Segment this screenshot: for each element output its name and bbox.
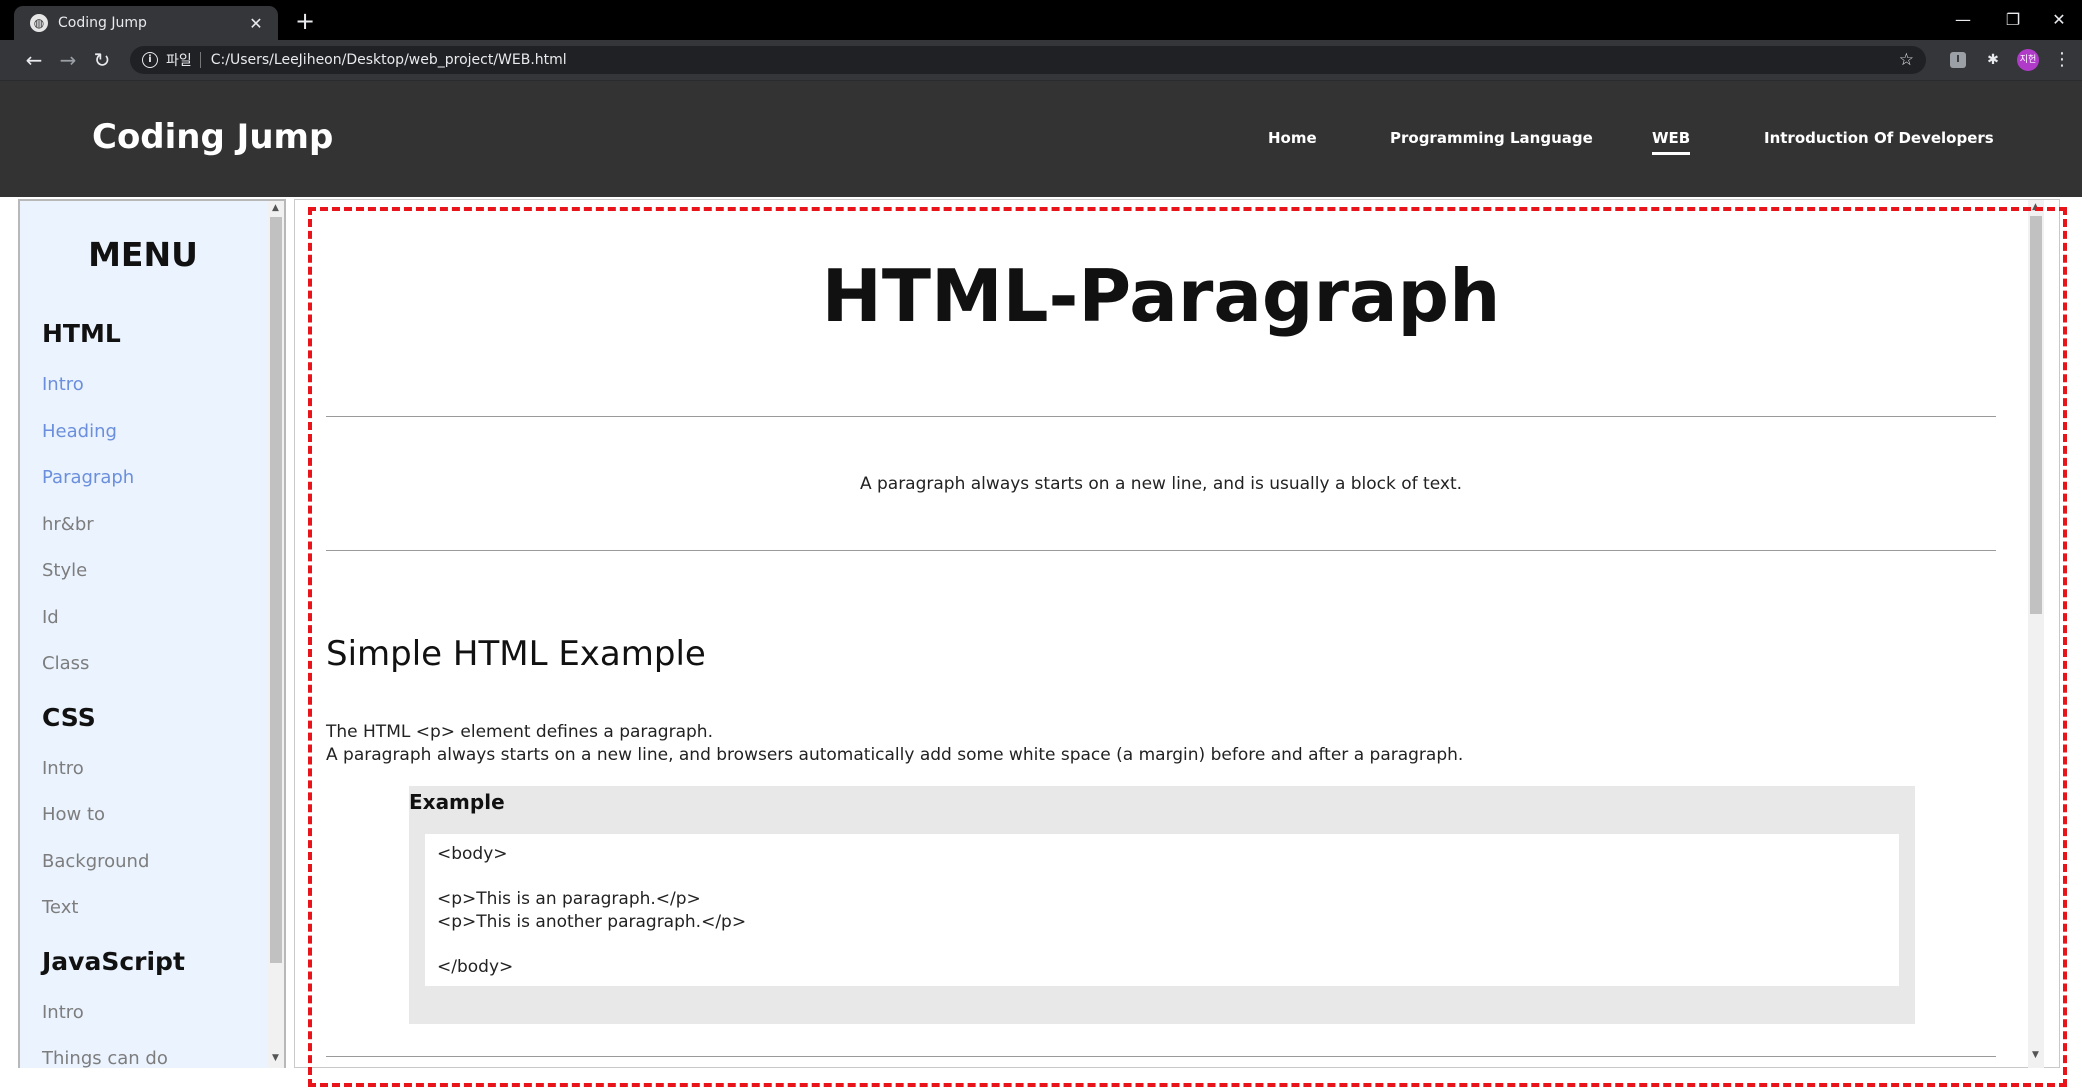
nav-web[interactable]: WEB (1652, 129, 1691, 155)
sidebar-item-css-how-to[interactable]: How to (42, 804, 105, 825)
sidebar-item-html-paragraph[interactable]: Paragraph (42, 467, 134, 488)
address-bar[interactable]: i 파일 C:/Users/LeeJiheon/Desktop/web_proj… (130, 46, 1926, 74)
puzzle-extensions-icon[interactable]: ✱ (1983, 50, 2003, 70)
divider (326, 1056, 1996, 1057)
forward-arrow-icon[interactable]: → (54, 46, 82, 74)
sidebar-section-css: CSS (42, 703, 96, 732)
page-title: HTML-Paragraph (821, 254, 1501, 338)
site-brand[interactable]: Coding Jump (92, 117, 333, 157)
sidebar-scroll-thumb[interactable] (270, 217, 282, 963)
back-arrow-icon[interactable]: ← (20, 46, 48, 74)
globe-icon: ◍ (30, 14, 48, 32)
scroll-down-arrow-icon[interactable]: ▼ (2032, 1050, 2039, 1060)
bookmark-star-icon[interactable]: ☆ (1899, 50, 1914, 70)
restore-button[interactable]: ❐ (1990, 4, 2036, 36)
sidebar-item-css-intro[interactable]: Intro (42, 758, 84, 779)
example-box: Example <body> <p>This is an paragraph.<… (409, 786, 1915, 1024)
sidebar-item-html-hr-br[interactable]: hr&br (42, 514, 94, 535)
code-line: <p>This is another paragraph.</p> (437, 912, 747, 932)
browser-toolbar: ← → ↻ i 파일 C:/Users/LeeJiheon/Desktop/we… (0, 40, 2082, 81)
sidebar-item-html-id[interactable]: Id (42, 607, 59, 628)
site-header: Coding Jump Home Programming Language WE… (0, 81, 2082, 197)
sidebar-menu: MENU HTML Intro Heading Paragraph hr&br … (18, 199, 286, 1068)
sidebar-item-html-style[interactable]: Style (42, 560, 87, 581)
sidebar-item-html-intro[interactable]: Intro (42, 374, 84, 395)
section-title: Simple HTML Example (326, 634, 706, 674)
lead-paragraph: A paragraph always starts on a new line,… (859, 474, 1463, 494)
code-block: <body> <p>This is an paragraph.</p> <p>T… (425, 834, 1899, 986)
new-tab-button[interactable]: + (290, 6, 320, 36)
content-scroll-thumb[interactable] (2030, 216, 2042, 614)
scroll-up-arrow-icon[interactable]: ▲ (2032, 202, 2039, 212)
sidebar-section-javascript: JavaScript (42, 947, 185, 976)
reader-extension-icon[interactable]: I (1950, 52, 1966, 68)
divider (326, 550, 1996, 551)
body-text-line: The HTML <p> element defines a paragraph… (326, 722, 713, 742)
avatar[interactable]: 지헌 (2017, 49, 2039, 71)
url-text[interactable]: C:/Users/LeeJiheon/Desktop/web_project/W… (211, 52, 1899, 68)
browser-tab-bar: ◍ Coding Jump ✕ + — ❐ ✕ (0, 0, 2082, 40)
tab-close-button[interactable]: ✕ (246, 14, 266, 33)
browser-tab[interactable]: ◍ Coding Jump ✕ (14, 6, 278, 40)
info-icon[interactable]: i (142, 52, 158, 68)
sidebar-item-html-heading[interactable]: Heading (42, 421, 117, 442)
divider (326, 416, 1996, 417)
nav-introduction-of-developers[interactable]: Introduction Of Developers (1764, 129, 1994, 147)
nav-programming-language[interactable]: Programming Language (1390, 129, 1593, 147)
kebab-menu-icon[interactable]: ⋮ (2052, 50, 2072, 70)
sidebar-item-css-background[interactable]: Background (42, 851, 149, 872)
body-text-line: A paragraph always starts on a new line,… (326, 745, 1464, 765)
address-separator (199, 52, 201, 68)
scroll-down-arrow-icon[interactable]: ▼ (272, 1053, 279, 1063)
reload-icon[interactable]: ↻ (88, 46, 116, 74)
sidebar-item-js-things-can-do[interactable]: Things can do (42, 1048, 168, 1068)
nav-home[interactable]: Home (1268, 129, 1317, 147)
sidebar-scrollbar[interactable]: ▲ ▼ (268, 201, 284, 1068)
code-line: </body> (437, 957, 514, 977)
sidebar-section-html: HTML (42, 319, 121, 348)
minimize-button[interactable]: — (1940, 4, 1986, 36)
sidebar-item-css-text[interactable]: Text (42, 897, 78, 918)
scheme-label: 파일 (166, 53, 192, 69)
scroll-up-arrow-icon[interactable]: ▲ (272, 203, 279, 213)
sidebar-item-html-class[interactable]: Class (42, 653, 89, 674)
code-line: <p>This is an paragraph.</p> (437, 889, 701, 909)
sidebar-item-js-intro[interactable]: Intro (42, 1002, 84, 1023)
menu-title: MENU (88, 235, 198, 274)
content-scrollbar[interactable]: ▲ ▼ (2028, 200, 2044, 1068)
window-close-button[interactable]: ✕ (2036, 4, 2082, 36)
example-title: Example (409, 790, 505, 814)
code-line: <body> (437, 844, 508, 864)
tab-title: Coding Jump (58, 15, 147, 31)
